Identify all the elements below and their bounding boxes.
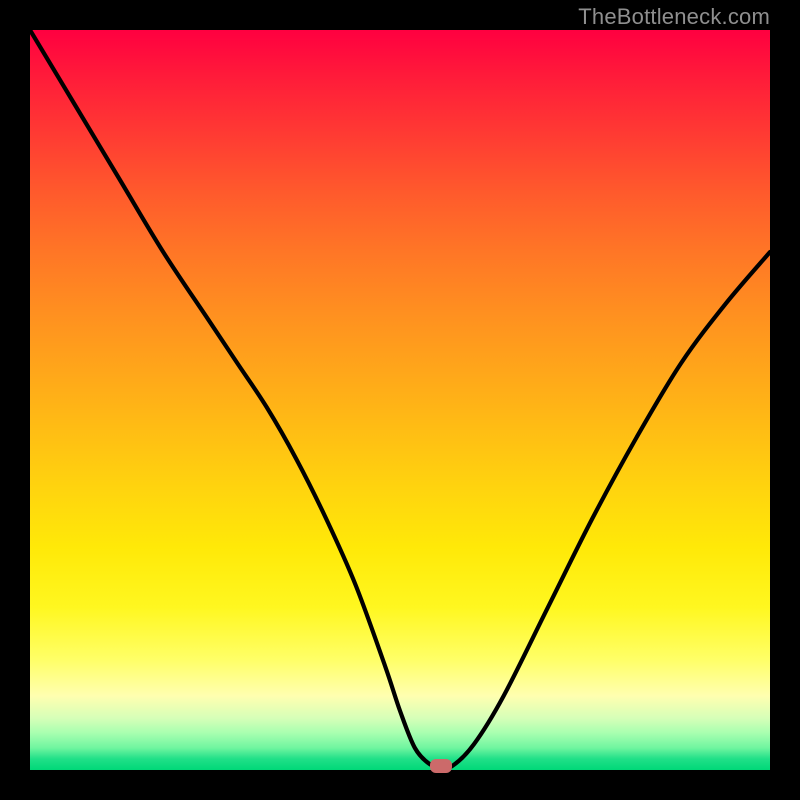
optimal-marker	[430, 759, 452, 773]
watermark-text: TheBottleneck.com	[578, 4, 770, 30]
bottleneck-curve	[30, 30, 770, 770]
plot-area	[30, 30, 770, 770]
chart-frame: TheBottleneck.com	[0, 0, 800, 800]
